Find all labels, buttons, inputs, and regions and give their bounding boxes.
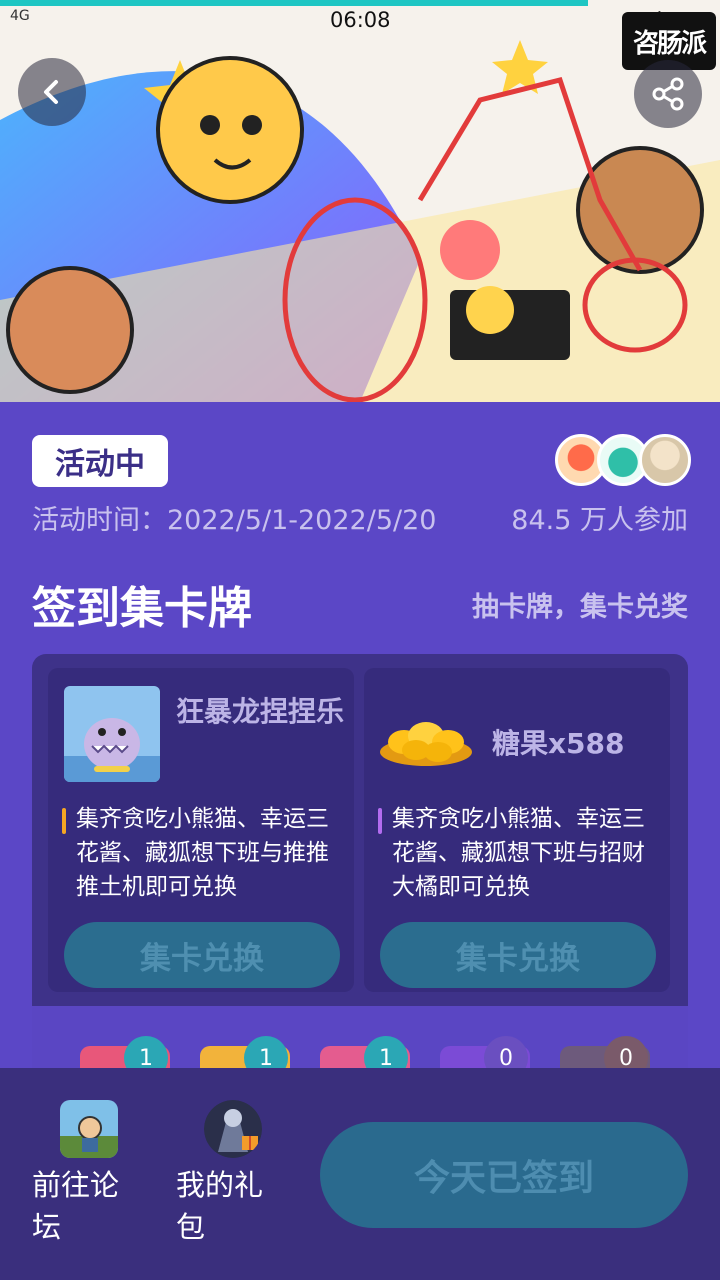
forum-game-icon [60,1100,118,1158]
card-collection-panel: 狂暴龙捏捏乐 集齐贪吃小熊猫、幸运三花酱、藏狐想下班与推推推土机即可兑换 集卡兑… [32,654,688,1084]
reward-description: 集齐贪吃小熊猫、幸运三花酱、藏狐想下班与招财大橘即可兑换 [378,802,662,904]
participant-count: 84.5 万人参加 [511,505,688,536]
activity-time: 活动时间：2022/5/1-2022/5/20 [32,505,437,536]
forum-link[interactable]: 前往论坛 [32,1100,142,1248]
section-title: 签到集卡牌 [32,583,252,634]
system-status-bar: 4G 06:08 ✻ ▮ [0,6,720,36]
gift-label: 我的礼包 [176,1168,264,1244]
share-button[interactable] [634,60,702,128]
reward-description: 集齐贪吃小熊猫、幸运三花酱、藏狐想下班与推推推土机即可兑换 [62,802,346,904]
avatar [639,434,691,486]
exchange-button[interactable]: 集卡兑换 [64,922,340,988]
exchange-button[interactable]: 集卡兑换 [380,922,656,988]
accent-bar [62,808,66,834]
my-gifts-link[interactable]: 我的礼包 [176,1100,286,1248]
reward-name: 糖果x588 [492,727,625,760]
accent-bar [378,808,382,834]
reward-card: 糖果x588 集齐贪吃小熊猫、幸运三花酱、藏狐想下班与招财大橘即可兑换 集卡兑换 [364,668,670,992]
checkin-button[interactable]: 今天已签到 [320,1122,688,1228]
status-time: 06:08 [330,8,391,32]
dino-toy-image [64,686,160,782]
participant-avatars[interactable] [555,434,695,486]
candy-icon [378,712,474,768]
network-indicator: 4G [10,8,30,24]
activity-status-badge: 活动中 [32,435,168,487]
reward-description-text: 集齐贪吃小熊猫、幸运三花酱、藏狐想下班与推推推土机即可兑换 [76,806,329,900]
gift-icon [204,1100,262,1158]
reward-name: 狂暴龙捏捏乐 [176,695,345,728]
section-subtitle: 抽卡牌，集卡兑奖 [472,592,688,623]
hero-illustration [0,0,720,402]
hero-banner: 4G 06:08 ✻ ▮ 咨肠派 [0,0,720,402]
bottom-action-bar: 前往论坛 我的礼包 今天已签到 [0,1068,720,1280]
forum-label: 前往论坛 [32,1168,120,1244]
share-icon [652,77,684,111]
reward-card: 狂暴龙捏捏乐 集齐贪吃小熊猫、幸运三花酱、藏狐想下班与推推推土机即可兑换 集卡兑… [48,668,354,992]
back-button[interactable] [18,58,86,126]
reward-description-text: 集齐贪吃小熊猫、幸运三花酱、藏狐想下班与招财大橘即可兑换 [392,806,645,900]
chevron-left-icon [44,80,58,104]
